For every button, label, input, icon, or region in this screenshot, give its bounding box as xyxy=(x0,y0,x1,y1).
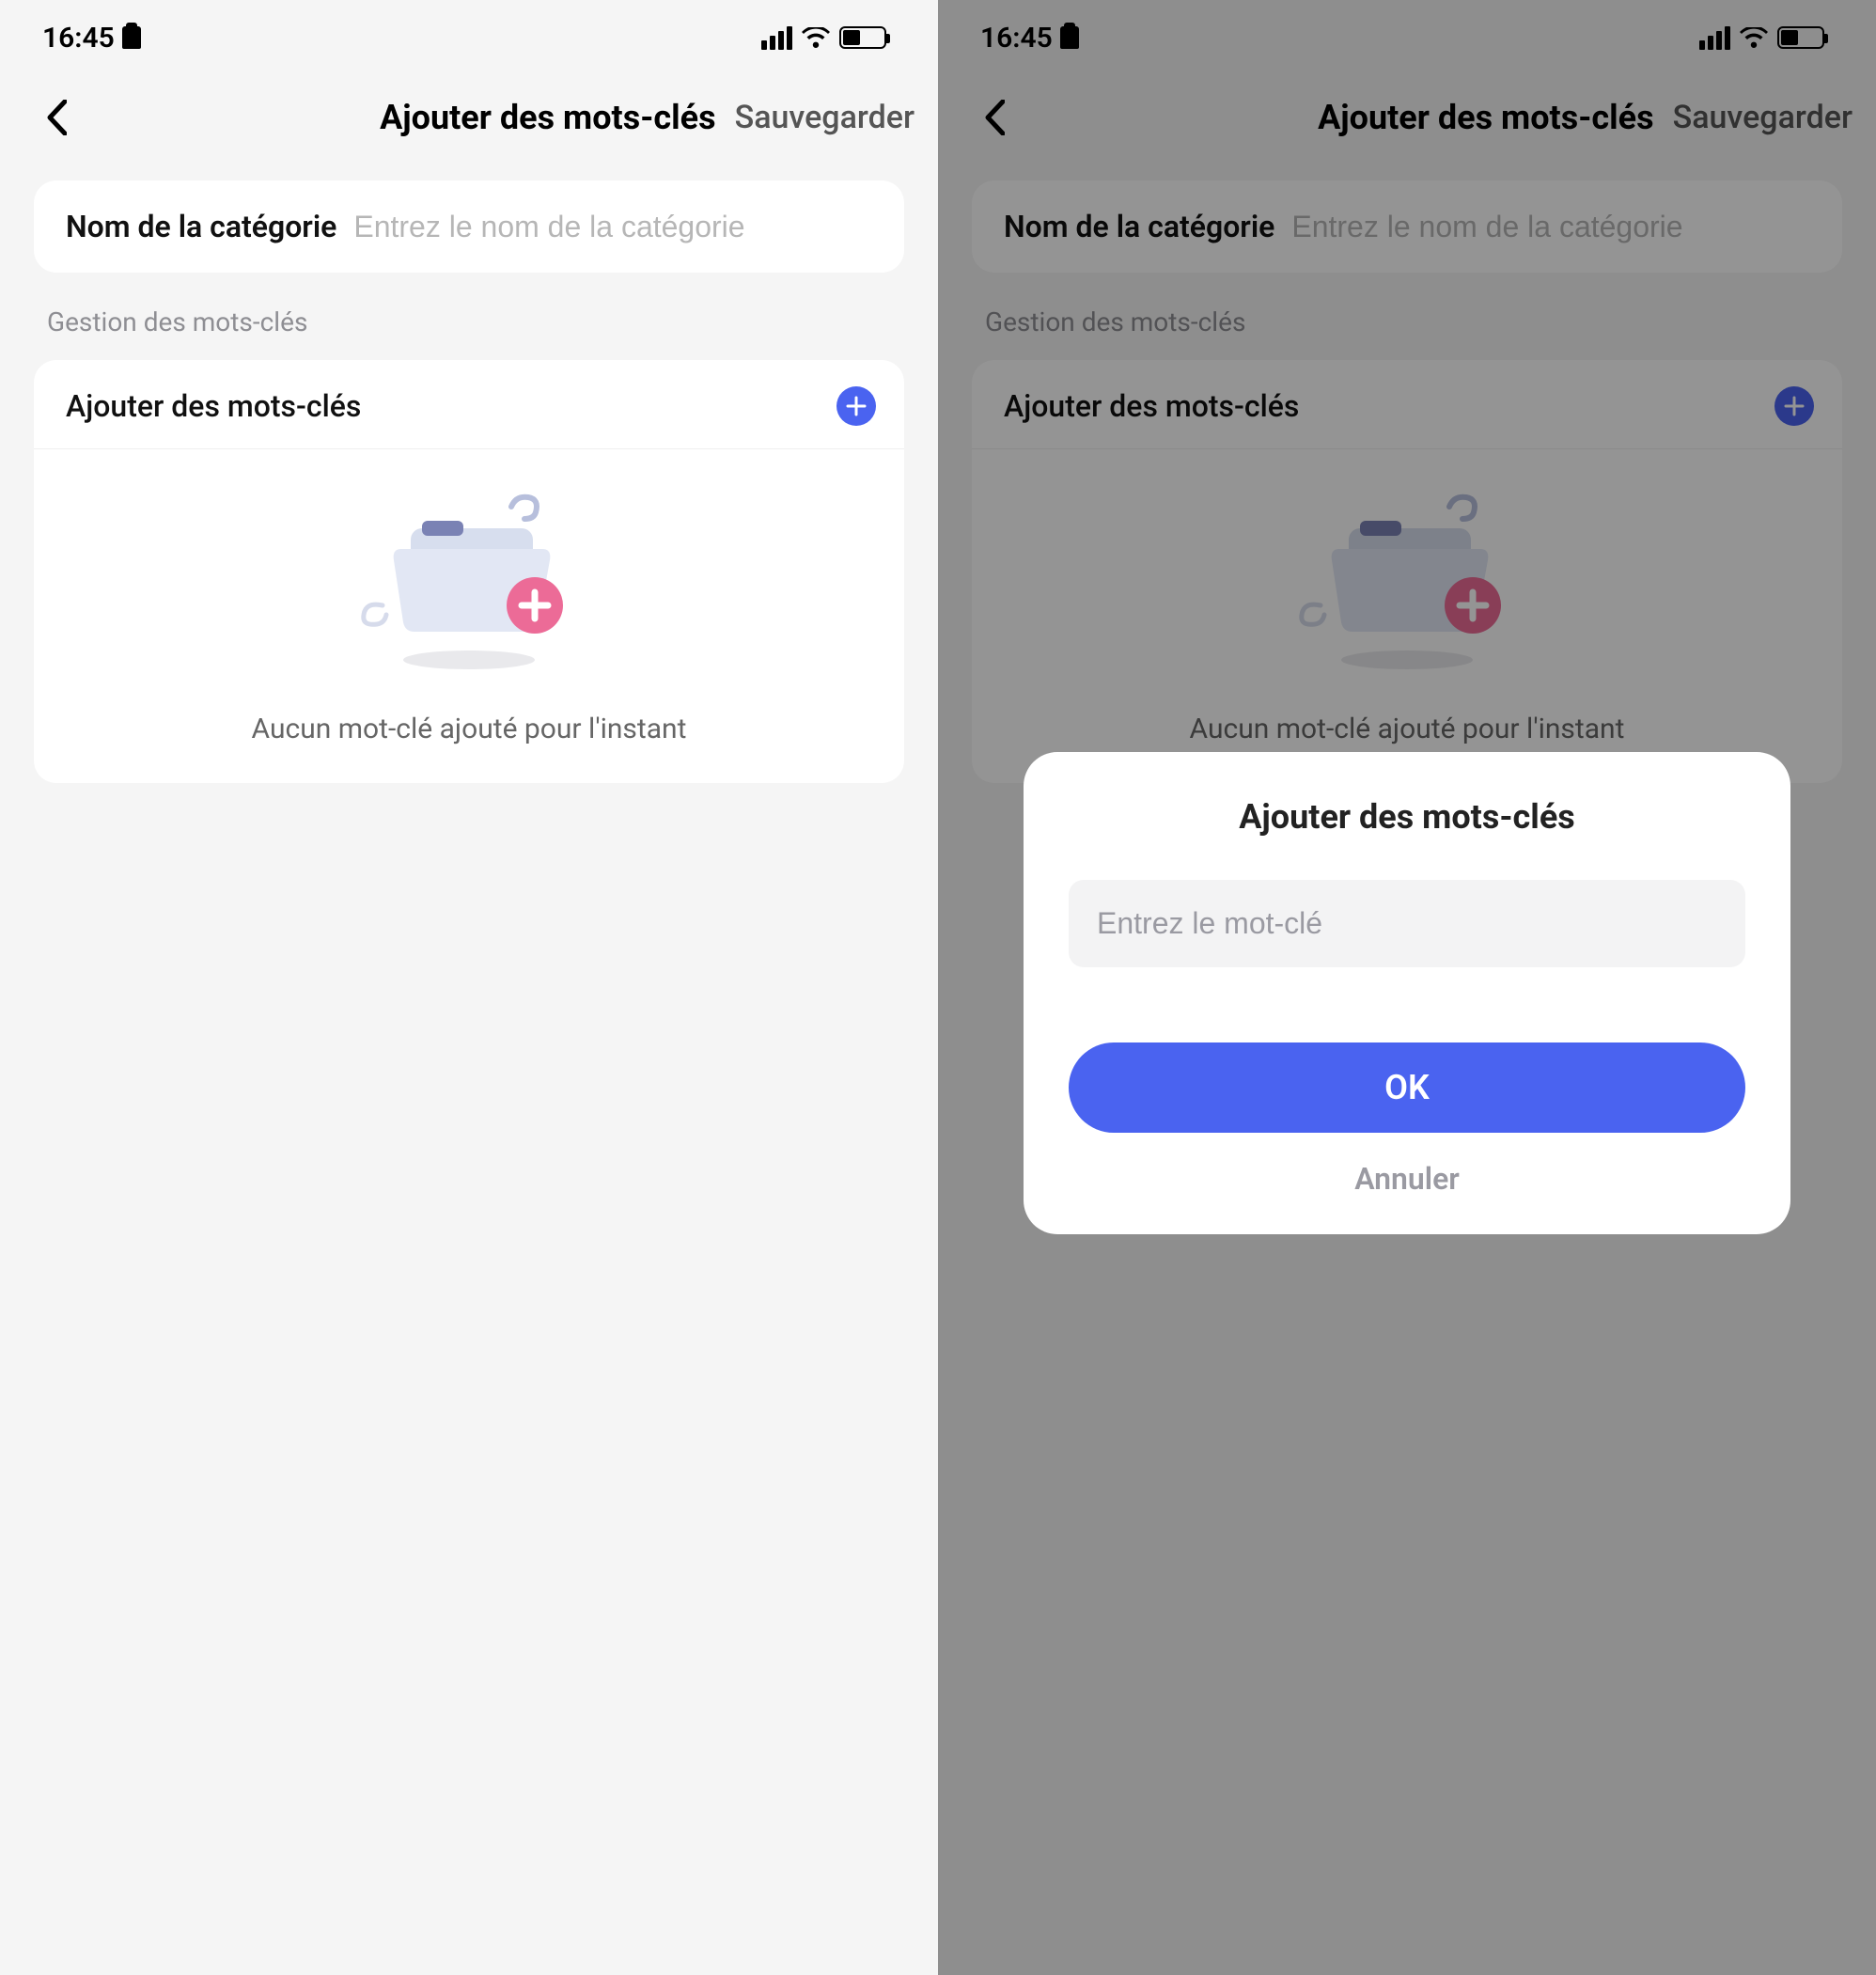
keywords-card: Ajouter des mots-clés Aucun mot-clé ajou… xyxy=(34,360,904,783)
add-keywords-row[interactable]: Ajouter des mots-clés xyxy=(34,360,904,449)
battery-icon xyxy=(839,26,886,49)
folder-illustration-icon xyxy=(347,493,591,681)
status-bar: 16:45 xyxy=(0,0,938,75)
cancel-button[interactable]: Annuler xyxy=(1354,1161,1460,1197)
empty-state: Aucun mot-clé ajouté pour l'instant xyxy=(34,449,904,745)
status-time: 16:45 xyxy=(42,22,115,55)
add-keywords-label: Ajouter des mots-clés xyxy=(66,388,361,424)
phone-screen-right: 16:45 Ajouter des mots-clés Sauvegarder … xyxy=(938,0,1876,1975)
modal-input-wrap xyxy=(1069,880,1745,967)
wifi-icon xyxy=(802,27,830,48)
category-label: Nom de la catégorie xyxy=(66,209,336,244)
contact-card-icon xyxy=(122,26,141,49)
cellular-signal-icon xyxy=(761,26,792,50)
category-input[interactable] xyxy=(353,210,872,244)
modal-title: Ajouter des mots-clés xyxy=(1239,797,1575,837)
plus-icon xyxy=(846,396,867,416)
nav-title: Ajouter des mots-clés xyxy=(380,98,716,137)
category-card: Nom de la catégorie xyxy=(34,180,904,273)
nav-bar: Ajouter des mots-clés Sauvegarder xyxy=(0,75,938,160)
keyword-input[interactable] xyxy=(1097,906,1717,941)
back-button[interactable] xyxy=(33,94,80,141)
phone-screen-left: 16:45 Ajouter des mots-clés Sauvegarder … xyxy=(0,0,938,1975)
add-keywords-button[interactable] xyxy=(836,386,876,426)
section-label: Gestion des mots-clés xyxy=(47,306,891,337)
chevron-left-icon xyxy=(46,100,67,135)
empty-text: Aucun mot-clé ajouté pour l'instant xyxy=(252,713,687,745)
status-right xyxy=(761,26,886,50)
add-keyword-modal: Ajouter des mots-clés OK Annuler xyxy=(1024,752,1790,1234)
save-button[interactable]: Sauvegarder xyxy=(726,99,915,136)
ok-button[interactable]: OK xyxy=(1069,1042,1745,1133)
